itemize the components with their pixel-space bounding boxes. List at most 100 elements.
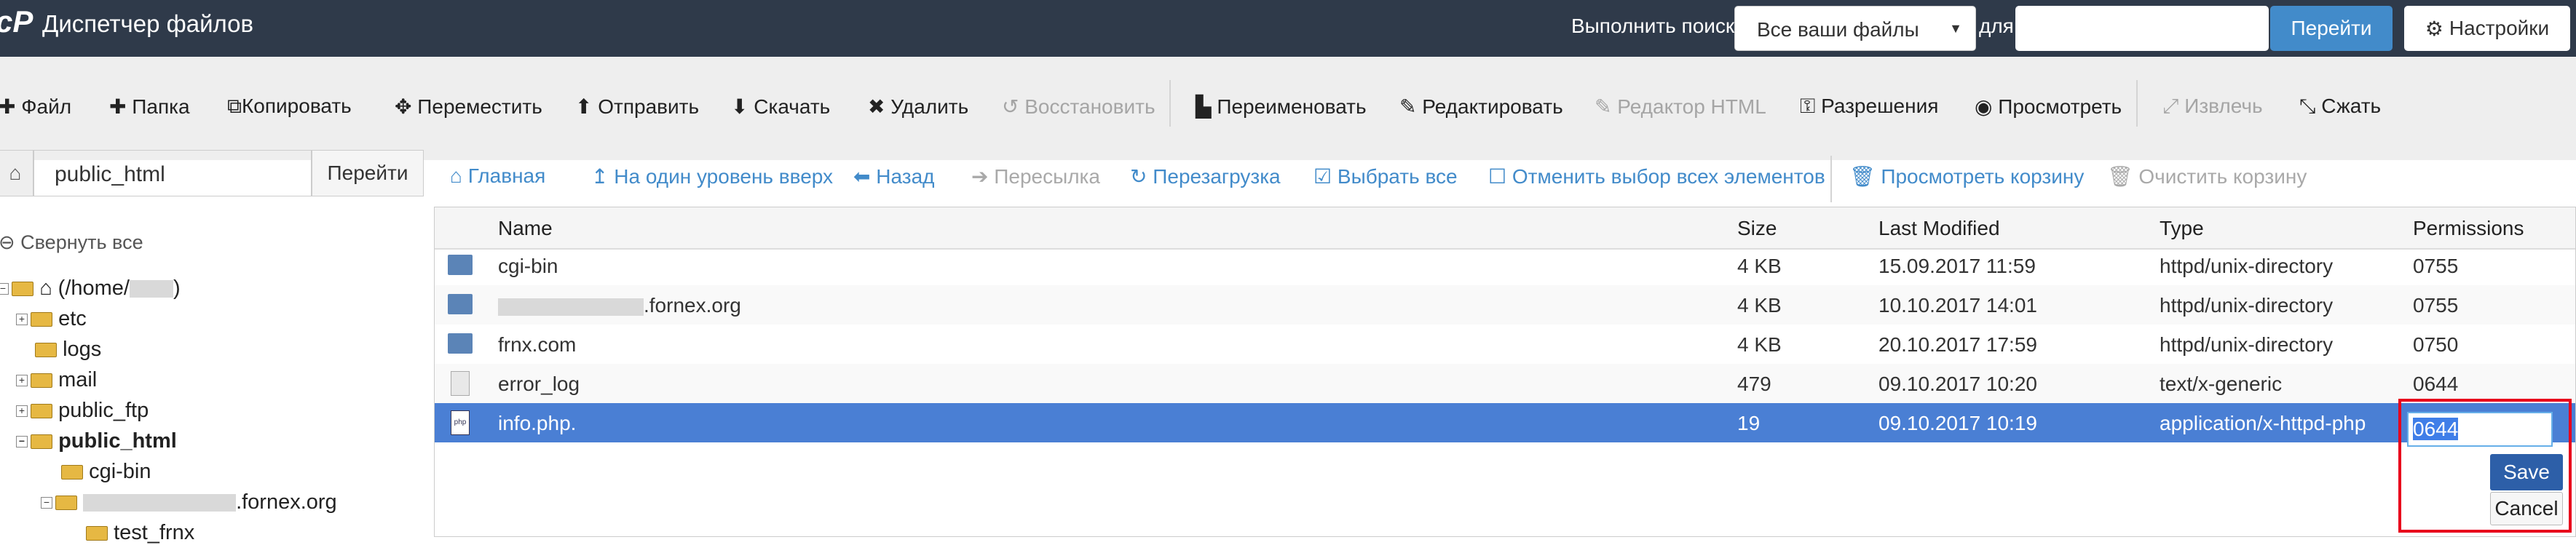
table-row[interactable]: frnx.com 4 KB 20.10.2017 17:59 httpd/uni… <box>435 325 2575 364</box>
tree-item-public-html[interactable]: − public_html <box>16 429 177 453</box>
collapse-all-link[interactable]: ⊖ Свернуть все <box>0 231 143 254</box>
file-name: frnx.com <box>498 333 577 356</box>
nav-empty-trash[interactable]: 🗑 Очистить корзину <box>2107 164 2307 188</box>
home-icon: ⌂ <box>450 164 462 187</box>
tree-item-test-frnx[interactable]: test_frnx <box>86 521 194 545</box>
table-row-selected[interactable]: php info.php. 19 09.10.2017 10:19 applic… <box>435 403 2575 442</box>
tree-item-label: etc <box>58 307 87 330</box>
redacted-domain <box>498 298 644 316</box>
home-icon: ⌂ <box>39 277 52 300</box>
search-scope-select[interactable]: Все ваши файлы ▼ <box>1734 6 1976 51</box>
open-folder-icon <box>31 434 52 450</box>
file-permissions[interactable]: 0750 <box>2413 333 2458 357</box>
new-file-button[interactable]: ✚ Файл <box>0 95 71 119</box>
column-name[interactable]: Name <box>498 217 553 240</box>
settings-button[interactable]: ⚙ Настройки <box>2404 6 2570 51</box>
file-permissions[interactable]: 0644 <box>2413 373 2458 396</box>
search-input[interactable] <box>2015 6 2269 51</box>
file-type: httpd/unix-directory <box>2160 333 2334 356</box>
file-size: 4 KB <box>1737 333 1782 356</box>
tree-item-public-ftp[interactable]: + public_ftp <box>16 399 149 423</box>
table-row[interactable]: .fornex.org 4 KB 10.10.2017 14:01 httpd/… <box>435 285 2575 325</box>
file-type: text/x-generic <box>2160 373 2283 395</box>
expand-icon: + <box>16 405 28 418</box>
copy-button[interactable]: ⧉Копировать <box>227 95 352 119</box>
restore-button[interactable]: ↺ Восстановить <box>1002 95 1155 119</box>
compress-button[interactable]: ⤡ Сжать <box>2299 95 2381 119</box>
nav-forward[interactable]: ➔ Пересылка <box>971 164 1100 188</box>
file-type: httpd/unix-directory <box>2160 255 2334 277</box>
compress-icon: ⤡ <box>2299 95 2316 117</box>
save-button[interactable]: Save <box>2490 454 2563 490</box>
folder-icon <box>448 333 473 354</box>
tree-item-mail[interactable]: + mail <box>16 368 97 392</box>
plus-icon: ✚ <box>0 95 16 118</box>
home-icon[interactable]: ⌂ <box>0 150 33 196</box>
tree-item-logs[interactable]: logs <box>35 338 101 362</box>
new-folder-button[interactable]: ✚ Папка <box>109 95 190 119</box>
nav-home[interactable]: ⌂ Главная <box>450 164 545 188</box>
nav-select-all[interactable]: ☑ Выбрать все <box>1313 164 1458 188</box>
tree-item-cgi-bin[interactable]: cgi-bin <box>61 460 151 484</box>
folder-icon <box>61 465 83 480</box>
nav-up[interactable]: ↥ На один уровень вверх <box>591 164 833 188</box>
cancel-button[interactable]: Cancel <box>2490 492 2563 525</box>
page-title: Диспетчер файлов <box>42 10 254 37</box>
arrow-right-icon: ➔ <box>971 165 989 188</box>
cpanel-logo: cP <box>0 4 33 39</box>
trash-icon: 🗑 <box>1849 165 1876 188</box>
permissions-value: 0644 <box>2413 418 2459 440</box>
file-size: 4 KB <box>1737 255 1782 277</box>
open-folder-icon <box>12 282 33 297</box>
folder-icon <box>31 312 52 327</box>
file-size: 4 KB <box>1737 294 1782 317</box>
tree-root[interactable]: − ⌂ (/home/) <box>0 277 181 301</box>
nav-back[interactable]: ⬅ Назад <box>853 164 934 188</box>
caret-down-icon: ▼ <box>1949 21 1962 36</box>
tree-item-fornex[interactable]: − .fornex.org <box>41 490 337 514</box>
extract-button[interactable]: ⤢ Извлечь <box>2162 95 2263 119</box>
column-permissions[interactable]: Permissions <box>2413 217 2524 240</box>
column-last-modified[interactable]: Last Modified <box>1878 217 2000 240</box>
file-type: httpd/unix-directory <box>2160 294 2334 317</box>
file-permissions[interactable]: 0755 <box>2413 255 2458 278</box>
file-name: .fornex.org <box>498 294 741 317</box>
minus-circle-icon: ⊖ <box>0 231 15 253</box>
permissions-input[interactable]: 0644 <box>2407 412 2553 447</box>
permissions-button[interactable]: ⚿ Разрешения <box>1800 95 1938 119</box>
tree-item-label: .fornex.org <box>236 490 337 514</box>
collapse-icon: − <box>41 497 52 509</box>
nav-view-trash[interactable]: 🗑 Просмотреть корзину <box>1849 164 2084 188</box>
upload-button[interactable]: ⬆ Отправить <box>575 95 699 119</box>
html-editor-button[interactable]: ✎ Редактор HTML <box>1595 95 1766 119</box>
toolbar-divider <box>1169 80 1171 127</box>
table-row[interactable]: cgi-bin 4 KB 15.09.2017 11:59 httpd/unix… <box>435 246 2575 285</box>
edit-icon: ✎ <box>1595 95 1612 118</box>
download-button[interactable]: ⬇ Скачать <box>731 95 830 119</box>
column-size[interactable]: Size <box>1737 217 1777 240</box>
file-name: error_log <box>498 373 580 395</box>
nav-select-all-label: Выбрать все <box>1337 165 1458 188</box>
rename-button[interactable]: ▙ Переименовать <box>1196 95 1367 119</box>
plus-icon: ✚ <box>109 95 127 118</box>
toolbar-divider <box>2136 80 2138 127</box>
file-modified: 15.09.2017 11:59 <box>1878 255 2036 277</box>
table-row[interactable]: error_log 479 09.10.2017 10:20 text/x-ge… <box>435 364 2575 403</box>
file-permissions[interactable]: 0755 <box>2413 294 2458 317</box>
delete-label: Удалить <box>890 95 969 118</box>
view-label: Просмотреть <box>1998 95 2122 118</box>
delete-button[interactable]: ✖ Удалить <box>868 95 968 119</box>
column-type[interactable]: Type <box>2160 217 2204 240</box>
path-go-button[interactable]: Перейти <box>312 150 424 196</box>
tree-item-etc[interactable]: + etc <box>16 307 87 331</box>
file-size: 479 <box>1737 373 1771 395</box>
level-up-icon: ↥ <box>591 165 609 188</box>
search-go-button[interactable]: Перейти <box>2270 6 2393 51</box>
file-icon: ▙ <box>1196 95 1212 118</box>
path-input[interactable]: public_html <box>33 150 312 196</box>
nav-reload[interactable]: ↻ Перезагрузка <box>1130 164 1281 188</box>
nav-unselect-all[interactable]: ☐ Отменить выбор всех элементов <box>1488 164 1825 188</box>
move-button[interactable]: ✥ Переместить <box>395 95 542 119</box>
view-button[interactable]: ◉ Просмотреть <box>1975 95 2122 119</box>
edit-button[interactable]: ✎ Редактировать <box>1399 95 1563 119</box>
